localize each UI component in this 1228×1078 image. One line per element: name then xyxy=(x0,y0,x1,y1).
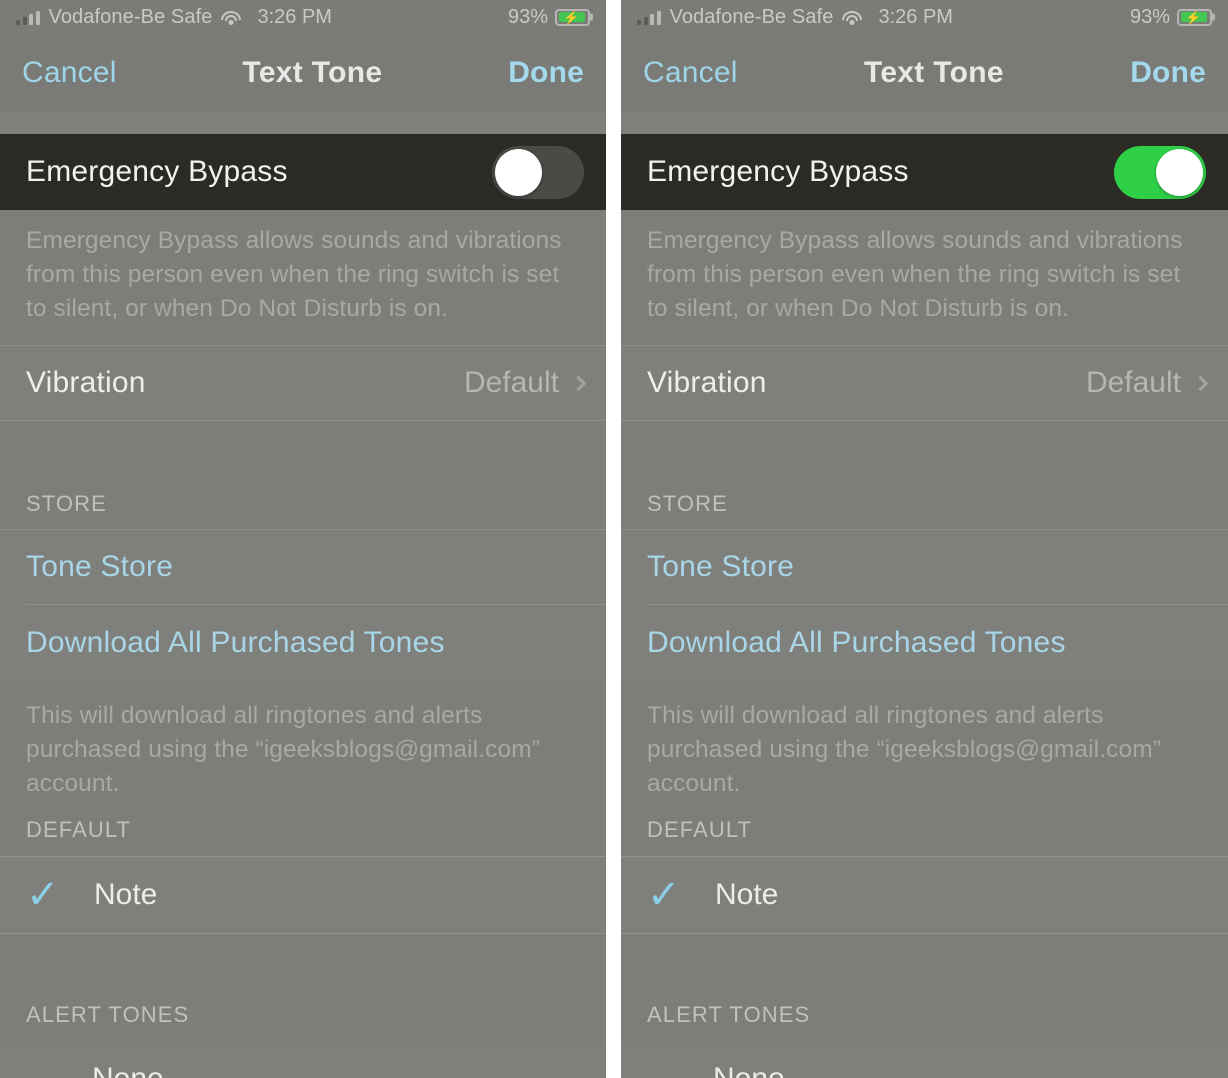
vibration-value-group: Default xyxy=(463,366,587,400)
tone-store-label: Tone Store xyxy=(26,550,174,583)
page-title: Text Tone xyxy=(863,55,1004,89)
list-top-spacer xyxy=(0,111,606,134)
vibration-value: Default xyxy=(463,366,559,399)
emergency-bypass-footnote: Emergency Bypass allows sounds and vibra… xyxy=(647,227,1183,322)
status-bar-right: 93% ⚡ xyxy=(1130,6,1212,29)
status-bar-left: Vodafone-Be Safe 3:26 PM xyxy=(637,6,953,29)
dual-screenshot-stage: Vodafone-Be Safe 3:26 PM 93% ⚡ Cancel Te… xyxy=(0,0,1228,1078)
done-button[interactable]: Done xyxy=(508,56,584,90)
wifi-icon xyxy=(842,10,863,25)
navigation-bar: Cancel Text Tone Done xyxy=(0,34,606,111)
chevron-right-icon xyxy=(570,375,587,391)
vibration-value: Default xyxy=(1085,366,1181,399)
emergency-bypass-row[interactable]: Emergency Bypass xyxy=(0,134,606,210)
store-section-header: STORE xyxy=(26,491,107,516)
alert-tones-section-header: ALERT TONES xyxy=(26,1002,190,1027)
battery-percent-label: 93% xyxy=(507,5,548,28)
tone-store-label: Tone Store xyxy=(647,550,795,583)
emergency-bypass-toggle[interactable] xyxy=(492,145,584,199)
toggle-knob xyxy=(1156,148,1203,196)
battery-charging-icon: ⚡ xyxy=(555,8,590,26)
cancel-button[interactable]: Cancel xyxy=(643,56,738,90)
battery-charging-icon: ⚡ xyxy=(1177,8,1212,26)
alert-tone-row-none[interactable]: None xyxy=(621,1042,1228,1078)
store-section-header: STORE xyxy=(647,491,728,516)
default-tone-row-note[interactable]: ✓ Note xyxy=(621,856,1228,934)
download-all-purchased-tones-row[interactable]: Download All Purchased Tones xyxy=(0,605,606,681)
download-all-purchased-tones-label: Download All Purchased Tones xyxy=(26,626,445,659)
store-footnote: This will download all ringtones and ale… xyxy=(647,702,1161,797)
toggle-knob xyxy=(495,148,542,196)
status-bar: Vodafone-Be Safe 3:26 PM 93% ⚡ xyxy=(621,0,1228,34)
default-section-header: DEFAULT xyxy=(26,817,132,842)
list-top-spacer xyxy=(621,111,1228,134)
vibration-row[interactable]: Vibration Default xyxy=(0,345,606,421)
battery-percent-label: 93% xyxy=(1129,5,1170,28)
phone-screen-left: Vodafone-Be Safe 3:26 PM 93% ⚡ Cancel Te… xyxy=(0,0,606,1078)
check-icon: ✓ xyxy=(26,873,60,917)
tone-store-row[interactable]: Tone Store xyxy=(0,529,606,605)
store-footnote: This will download all ringtones and ale… xyxy=(26,702,540,797)
vibration-value-group: Default xyxy=(1085,366,1209,400)
check-icon: ✓ xyxy=(647,873,681,917)
settings-list: Emergency Bypass Emergency Bypass allows… xyxy=(621,111,1228,1078)
emergency-bypass-footnote: Emergency Bypass allows sounds and vibra… xyxy=(26,227,562,322)
alert-tone-label: None xyxy=(713,1062,785,1078)
default-tone-label: Note xyxy=(715,878,779,911)
wifi-icon xyxy=(221,10,242,25)
status-bar-right: 93% ⚡ xyxy=(508,6,590,29)
emergency-bypass-label: Emergency Bypass xyxy=(26,155,288,188)
alert-tones-section-header: ALERT TONES xyxy=(647,1002,811,1027)
panel-divider xyxy=(606,0,621,1078)
vibration-row[interactable]: Vibration Default xyxy=(621,345,1228,421)
settings-list: Emergency Bypass Emergency Bypass allows… xyxy=(0,111,606,1078)
cellular-signal-icon xyxy=(16,10,40,25)
alert-tone-row-none[interactable]: None xyxy=(0,1042,606,1078)
alert-tone-label: None xyxy=(92,1062,164,1078)
chevron-right-icon xyxy=(1192,375,1209,391)
clock-label: 3:26 PM xyxy=(257,5,332,28)
done-button[interactable]: Done xyxy=(1130,56,1206,90)
carrier-label: Vodafone-Be Safe xyxy=(669,5,834,28)
vibration-label: Vibration xyxy=(647,366,767,399)
download-all-purchased-tones-row[interactable]: Download All Purchased Tones xyxy=(621,605,1228,681)
download-all-purchased-tones-label: Download All Purchased Tones xyxy=(647,626,1066,659)
navigation-bar: Cancel Text Tone Done xyxy=(621,34,1228,111)
default-tone-row-note[interactable]: ✓ Note xyxy=(0,856,606,934)
cellular-signal-icon xyxy=(637,10,661,25)
tone-store-row[interactable]: Tone Store xyxy=(621,529,1228,605)
clock-label: 3:26 PM xyxy=(878,5,953,28)
status-bar: Vodafone-Be Safe 3:26 PM 93% ⚡ xyxy=(0,0,606,34)
status-bar-left: Vodafone-Be Safe 3:26 PM xyxy=(16,6,332,29)
emergency-bypass-row[interactable]: Emergency Bypass xyxy=(621,134,1228,210)
carrier-label: Vodafone-Be Safe xyxy=(48,5,213,28)
cancel-button[interactable]: Cancel xyxy=(22,56,117,90)
vibration-label: Vibration xyxy=(26,366,146,399)
phone-screen-right: Vodafone-Be Safe 3:26 PM 93% ⚡ Cancel Te… xyxy=(621,0,1228,1078)
default-section-header: DEFAULT xyxy=(647,817,753,842)
page-title: Text Tone xyxy=(242,55,383,89)
emergency-bypass-toggle[interactable] xyxy=(1114,145,1206,199)
emergency-bypass-label: Emergency Bypass xyxy=(647,155,909,188)
default-tone-label: Note xyxy=(94,878,158,911)
